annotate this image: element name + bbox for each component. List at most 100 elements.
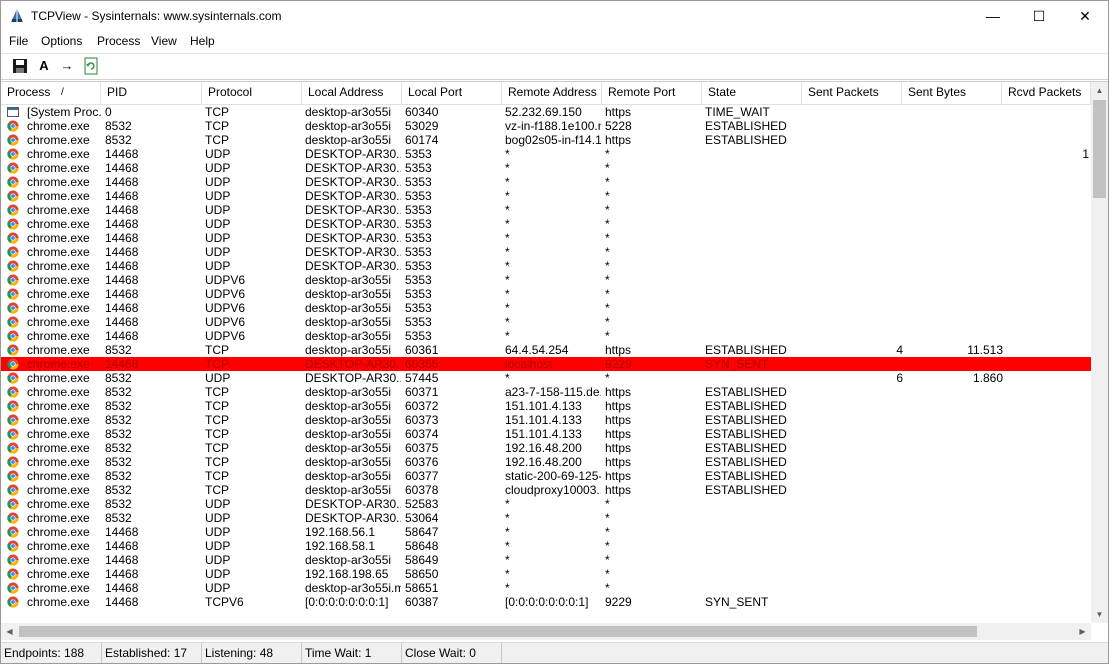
column-remote-address[interactable]: Remote Address xyxy=(502,82,602,104)
table-row[interactable]: chrome.exe 14468 UDP DESKTOP-AR30... 5353 * * xyxy=(1,231,1091,245)
table-row[interactable]: chrome.exe 14468 UDP 192.168.58.1 58648 * * xyxy=(1,539,1091,553)
column-protocol[interactable]: Protocol xyxy=(202,82,302,104)
table-row[interactable]: chrome.exe 14468 UDP DESKTOP-AR30... 5353 * * xyxy=(1,161,1091,175)
chrome-icon xyxy=(7,190,19,202)
cell-remote-port: * xyxy=(605,273,610,287)
column-sent-bytes[interactable]: Sent Bytes xyxy=(902,82,1002,104)
column-local-address[interactable]: Local Address xyxy=(302,82,402,104)
maximize-button[interactable]: ☐ xyxy=(1016,1,1062,32)
table-row[interactable]: chrome.exe 14468 UDP DESKTOP-AR30... 5353 * * 1 xyxy=(1,147,1091,161)
cell-sent-packets xyxy=(805,511,903,525)
table-row[interactable]: chrome.exe 14468 UDP DESKTOP-AR30... 5353 * * xyxy=(1,175,1091,189)
menu-file[interactable]: File xyxy=(9,34,28,48)
table-row[interactable]: chrome.exe 14468 UDP 192.168.56.1 58647 * * xyxy=(1,525,1091,539)
menu-help[interactable]: Help xyxy=(190,34,215,48)
cell-local-port: 5353 xyxy=(405,245,432,259)
cell-sent-packets xyxy=(805,133,903,147)
font-icon[interactable]: A xyxy=(35,57,53,75)
table-row[interactable]: chrome.exe 8532 TCP desktop-ar3o55i 60373 151… xyxy=(1,413,1091,427)
column-remote-port[interactable]: Remote Port xyxy=(602,82,702,104)
table-row[interactable]: [System Proc... 0 TCP desktop-ar3o55i 60340 5… xyxy=(1,105,1091,119)
cell-local-port: 5353 xyxy=(405,217,432,231)
cell-local-port: 57445 xyxy=(405,371,439,385)
table-row[interactable]: chrome.exe 14468 TCPV6 [0:0:0:0:0:0:0:1] 603… xyxy=(1,595,1091,609)
vertical-scroll-thumb[interactable] xyxy=(1093,100,1106,198)
table-row[interactable]: chrome.exe 8532 TCP desktop-ar3o55i 60174 bog… xyxy=(1,133,1091,147)
cell-process: chrome.exe xyxy=(27,315,90,329)
table-row[interactable]: chrome.exe 8532 TCP desktop-ar3o55i 53029 vz-… xyxy=(1,119,1091,133)
chrome-icon xyxy=(7,246,19,258)
minimize-button[interactable]: — xyxy=(970,1,1016,32)
scroll-up-icon[interactable]: ▲ xyxy=(1091,82,1108,99)
menu-process[interactable]: Process xyxy=(97,34,140,48)
table-row[interactable]: chrome.exe 14468 UDP desktop-ar3o55i 58649 * * xyxy=(1,553,1091,567)
table-row[interactable]: chrome.exe 14468 UDP DESKTOP-AR30... 5353 * * xyxy=(1,259,1091,273)
cell-process: chrome.exe xyxy=(27,385,90,399)
table-row[interactable]: chrome.exe 14468 UDP 192.168.198.65 58650 * * xyxy=(1,567,1091,581)
table-row[interactable]: chrome.exe 14468 TCP DESKTOP-AR30... 60365 lo… xyxy=(1,357,1091,371)
cell-pid: 8532 xyxy=(105,343,132,357)
column-sent-packets[interactable]: Sent Packets xyxy=(802,82,902,104)
cell-local-port: 58648 xyxy=(405,539,439,553)
cell-rcvd-packets xyxy=(1005,441,1089,455)
table-row[interactable]: chrome.exe 14468 UDP DESKTOP-AR30... 5353 * * xyxy=(1,203,1091,217)
table-row[interactable]: chrome.exe 14468 UDP desktop-ar3o55i.m... 58… xyxy=(1,581,1091,595)
table-row[interactable]: chrome.exe 14468 UDPV6 desktop-ar3o55i 5353 *… xyxy=(1,315,1091,329)
table-row[interactable]: chrome.exe 14468 UDP DESKTOP-AR30... 5353 * * xyxy=(1,189,1091,203)
save-icon[interactable] xyxy=(11,57,29,75)
cell-remote-port: * xyxy=(605,329,610,343)
column-process-label: Process xyxy=(7,85,51,99)
cell-remote-port: * xyxy=(605,497,610,511)
table-row[interactable]: chrome.exe 14468 UDPV6 desktop-ar3o55i 5353 *… xyxy=(1,301,1091,315)
menu-options[interactable]: Options xyxy=(41,34,82,48)
table-row[interactable]: chrome.exe 8532 TCP desktop-ar3o55i 60378 clo… xyxy=(1,483,1091,497)
column-state[interactable]: State xyxy=(702,82,802,104)
close-button[interactable]: ✕ xyxy=(1062,1,1108,32)
status-established: Established: 17 xyxy=(102,643,202,663)
refresh-icon[interactable] xyxy=(82,57,100,75)
table-row[interactable]: chrome.exe 14468 UDPV6 desktop-ar3o55i 5353 *… xyxy=(1,287,1091,301)
title-bar[interactable]: TCPView - Sysinternals: www.sysinternals… xyxy=(1,1,1108,32)
table-row[interactable]: chrome.exe 14468 UDP DESKTOP-AR30... 5353 * * xyxy=(1,217,1091,231)
cell-sent-bytes xyxy=(905,413,1003,427)
cell-protocol: UDPV6 xyxy=(205,287,246,301)
scroll-down-icon[interactable]: ▼ xyxy=(1091,606,1108,623)
cell-process: chrome.exe xyxy=(27,119,90,133)
table-row[interactable]: chrome.exe 8532 TCP desktop-ar3o55i 60361 64.… xyxy=(1,343,1091,357)
cell-pid: 14468 xyxy=(105,217,139,231)
cell-sent-packets xyxy=(805,245,903,259)
table-row[interactable]: chrome.exe 8532 UDP DESKTOP-AR30... 53064 * * xyxy=(1,511,1091,525)
cell-rcvd-packets xyxy=(1005,357,1089,371)
menu-view[interactable]: View xyxy=(151,34,177,48)
cell-pid: 14468 xyxy=(105,539,139,553)
column-process[interactable]: Process / xyxy=(1,82,101,104)
table-row[interactable]: chrome.exe 8532 TCP desktop-ar3o55i 60374 151… xyxy=(1,427,1091,441)
vertical-scrollbar[interactable]: ▲ ▼ xyxy=(1091,82,1108,623)
horizontal-scroll-thumb[interactable] xyxy=(19,626,977,637)
connections-table[interactable]: Process / PID Protocol Local Address Loc… xyxy=(1,81,1108,643)
table-row[interactable]: chrome.exe 14468 UDPV6 desktop-ar3o55i 5353 *… xyxy=(1,273,1091,287)
table-row[interactable]: chrome.exe 8532 TCP desktop-ar3o55i 60372 151… xyxy=(1,399,1091,413)
table-row[interactable]: chrome.exe 14468 UDPV6 desktop-ar3o55i 5353 *… xyxy=(1,329,1091,343)
table-row[interactable]: chrome.exe 8532 TCP desktop-ar3o55i 60375 192… xyxy=(1,441,1091,455)
cell-remote-port: * xyxy=(605,511,610,525)
resolve-addresses-icon[interactable]: → xyxy=(58,57,76,75)
column-pid[interactable]: PID xyxy=(101,82,202,104)
column-rcvd-packets[interactable]: Rcvd Packets xyxy=(1002,82,1091,104)
table-row[interactable]: chrome.exe 8532 UDP DESKTOP-AR30... 57445 * * 6… xyxy=(1,371,1091,385)
cell-rcvd-packets xyxy=(1005,539,1089,553)
table-row[interactable]: chrome.exe 14468 UDP DESKTOP-AR30... 5353 * * xyxy=(1,245,1091,259)
cell-sent-bytes xyxy=(905,203,1003,217)
table-row[interactable]: chrome.exe 8532 UDP DESKTOP-AR30... 52583 * * xyxy=(1,497,1091,511)
horizontal-scrollbar[interactable]: ◀ ▶ xyxy=(1,623,1091,640)
scroll-right-icon[interactable]: ▶ xyxy=(1074,623,1091,640)
table-row[interactable]: chrome.exe 8532 TCP desktop-ar3o55i 60377 sta… xyxy=(1,469,1091,483)
column-local-port[interactable]: Local Port xyxy=(402,82,502,104)
chrome-icon xyxy=(7,372,19,384)
table-row[interactable]: chrome.exe 8532 TCP desktop-ar3o55i 60371 a23… xyxy=(1,385,1091,399)
cell-pid: 8532 xyxy=(105,133,132,147)
scroll-left-icon[interactable]: ◀ xyxy=(1,623,18,640)
table-row[interactable]: chrome.exe 8532 TCP desktop-ar3o55i 60376 192… xyxy=(1,455,1091,469)
cell-rcvd-packets xyxy=(1005,161,1089,175)
cell-rcvd-packets xyxy=(1005,343,1089,357)
